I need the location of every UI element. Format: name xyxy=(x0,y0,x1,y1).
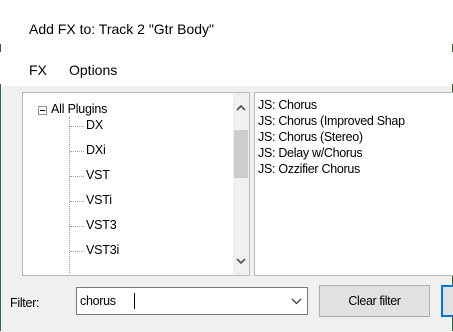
tree-item-dx[interactable]: DX xyxy=(86,118,103,132)
chevron-down-icon[interactable] xyxy=(285,288,307,314)
tree-branch-line xyxy=(70,151,84,152)
fx-list-item[interactable]: JS: Ozzifier Chorus xyxy=(258,162,360,176)
fx-list[interactable]: JS: Chorus JS: Chorus (Improved Shap JS:… xyxy=(254,92,453,276)
scroll-up-icon[interactable] xyxy=(233,99,249,115)
menu-options[interactable]: Options xyxy=(69,62,117,78)
filter-label: Filter: xyxy=(10,296,40,310)
collapse-icon[interactable] xyxy=(38,106,47,115)
text-cursor xyxy=(134,293,135,309)
filter-combobox[interactable] xyxy=(76,287,308,315)
fx-list-item[interactable]: JS: Chorus (Stereo) xyxy=(258,130,363,144)
fx-list-item[interactable]: JS: Chorus xyxy=(258,98,317,112)
filter-input[interactable] xyxy=(80,291,280,311)
tree-scrollbar[interactable] xyxy=(233,93,249,275)
scroll-thumb[interactable] xyxy=(234,130,248,178)
title-bar: Add FX to: Track 2 "Gtr Body" xyxy=(0,0,453,44)
tree-branch-line xyxy=(70,226,84,227)
tree-item-vst3i[interactable]: VST3i xyxy=(86,243,119,257)
tree-branch-line xyxy=(70,176,84,177)
fx-list-item[interactable]: JS: Chorus (Improved Shap xyxy=(258,114,405,128)
add-button[interactable] xyxy=(441,285,453,317)
tree-item-vst[interactable]: VST xyxy=(86,168,110,182)
tree-item-dxi[interactable]: DXi xyxy=(86,143,106,157)
menu-fx[interactable]: FX xyxy=(29,62,47,78)
plugin-category-tree[interactable]: All Plugins DX DXi VST VSTi VST3 VST3i xyxy=(22,92,250,276)
tree-branch-line xyxy=(70,201,84,202)
tree-list: All Plugins DX DXi VST VSTi VST3 VST3i xyxy=(23,93,235,275)
fx-list-item[interactable]: JS: Delay w/Chorus xyxy=(258,146,363,160)
scroll-down-icon[interactable] xyxy=(233,253,249,269)
menu-bar: FX Options xyxy=(0,52,453,84)
tree-item-all-plugins[interactable]: All Plugins xyxy=(51,102,107,116)
tree-branch-line xyxy=(70,126,84,127)
tree-item-vsti[interactable]: VSTi xyxy=(86,193,112,207)
clear-filter-button[interactable]: Clear filter xyxy=(319,285,430,317)
tree-connector-line xyxy=(69,117,70,273)
tree-branch-line xyxy=(70,251,84,252)
tree-item-vst3[interactable]: VST3 xyxy=(86,218,117,232)
window-title: Add FX to: Track 2 "Gtr Body" xyxy=(29,21,215,37)
